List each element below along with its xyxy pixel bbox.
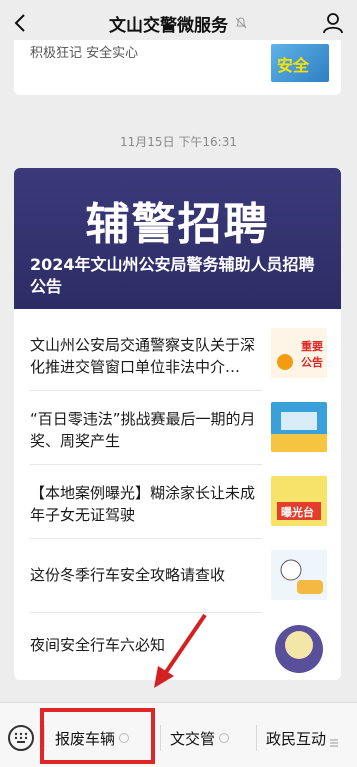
list-item[interactable]: “百日零违法”挑战赛最后一期的月奖、周奖产生 bbox=[14, 392, 341, 462]
previous-article-text: 积极狂记 安全实心 bbox=[30, 46, 139, 61]
menu-label: 文交管 bbox=[170, 729, 216, 748]
menu-label: 政民互动 bbox=[266, 729, 327, 748]
featured-article-title: 2024年文山州公安局警务辅助人员招聘公告 bbox=[30, 255, 315, 296]
list-item[interactable]: 【本地案例曝光】糊涂家长让未成年子女无证驾驶 曝光台 bbox=[14, 466, 341, 536]
article-title: 这份冬季行车安全攻略请查收 bbox=[30, 566, 226, 584]
submenu-indicator-icon bbox=[119, 733, 130, 743]
article-thumbnail: 曝光台 bbox=[271, 476, 327, 526]
submenu-indicator-icon bbox=[330, 733, 339, 747]
menu-separator bbox=[44, 725, 45, 751]
menu-label: 报废车辆 bbox=[55, 729, 116, 748]
article-title: 文山州公安局交通警察支队关于深化推进交管窗口单位非法中介… bbox=[30, 336, 256, 376]
list-item[interactable]: 文山州公安局交通警察支队关于深化推进交管窗口单位非法中介… 重要 公告 bbox=[14, 318, 341, 388]
menu-item-scrap-vehicle[interactable]: 报废车辆 bbox=[55, 725, 130, 751]
svg-text:重要: 重要 bbox=[301, 339, 323, 353]
article-title: 【本地案例曝光】糊涂家长让未成年子女无证驾驶 bbox=[30, 484, 256, 524]
menu-separator bbox=[160, 725, 161, 751]
previous-article-card[interactable]: 积极狂记 安全实心 安全 bbox=[14, 40, 341, 95]
divider bbox=[30, 538, 262, 539]
menu-item-wenjiaoguan[interactable]: 文交管 bbox=[170, 725, 230, 751]
mute-bell-icon bbox=[235, 17, 247, 29]
article-title: “百日零违法”挑战赛最后一期的月奖、周奖产生 bbox=[30, 410, 256, 450]
article-thumbnail bbox=[271, 624, 327, 674]
previous-article-thumbnail: 安全 bbox=[271, 44, 329, 82]
divider bbox=[30, 390, 262, 391]
bottom-menu-bar: 报废车辆 文交管 政民互动 bbox=[0, 702, 357, 767]
menu-item-gov-interaction[interactable]: 政民互动 bbox=[266, 725, 339, 751]
menu-separator bbox=[256, 725, 257, 751]
divider bbox=[30, 612, 262, 613]
list-item[interactable]: 这份冬季行车安全攻略请查收 bbox=[14, 540, 341, 610]
divider bbox=[30, 464, 262, 465]
submenu-indicator-icon bbox=[219, 733, 230, 743]
title-group: 文山交警微服务 bbox=[109, 11, 248, 36]
banner-headline: 辅警招聘 bbox=[85, 199, 270, 250]
message-timestamp: 11月15日 下午16:31 bbox=[120, 135, 237, 149]
user-icon[interactable] bbox=[321, 11, 345, 35]
list-item[interactable]: 夜间安全行车六必知 bbox=[14, 614, 341, 680]
article-title: 夜间安全行车六必知 bbox=[30, 636, 166, 654]
article-card: 辅警招聘 2024年文山州公安局警务辅助人员招聘公告 文山州公安局交通警察支队关… bbox=[14, 168, 341, 680]
featured-article-banner[interactable]: 辅警招聘 2024年文山州公安局警务辅助人员招聘公告 bbox=[14, 168, 341, 309]
page-title: 文山交警微服务 bbox=[109, 15, 228, 36]
article-thumbnail bbox=[271, 550, 327, 600]
chevron-left-icon[interactable] bbox=[10, 12, 32, 34]
svg-text:曝光台: 曝光台 bbox=[281, 505, 314, 519]
keyboard-icon[interactable] bbox=[8, 725, 34, 751]
article-thumbnail bbox=[271, 402, 327, 452]
thumbnail-label: 安全 bbox=[277, 56, 310, 75]
svg-text:公告: 公告 bbox=[301, 355, 323, 369]
article-thumbnail: 重要 公告 bbox=[271, 328, 327, 378]
